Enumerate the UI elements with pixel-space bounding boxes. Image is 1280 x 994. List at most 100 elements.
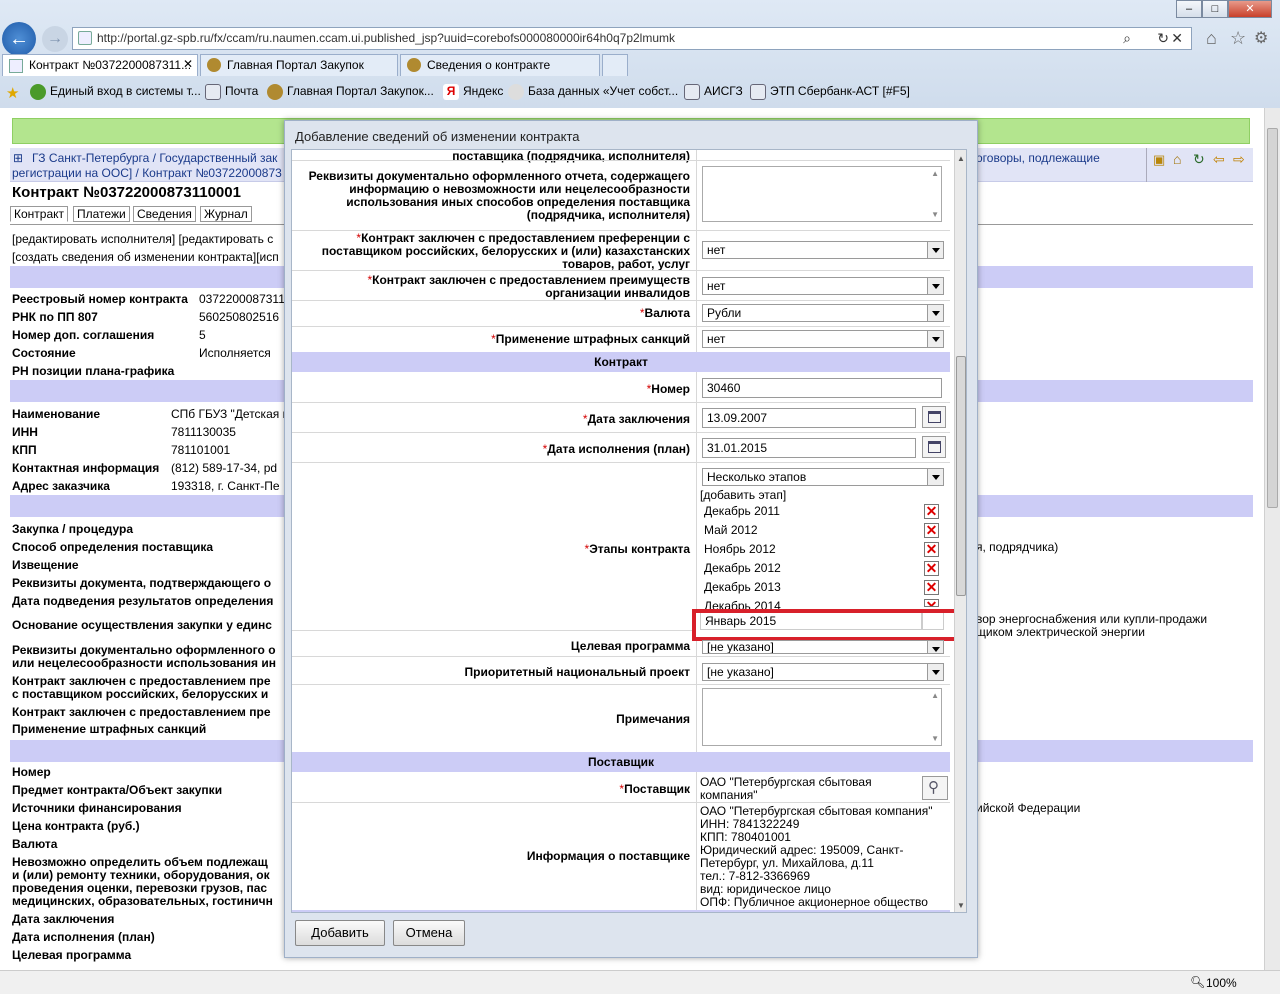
forward-button[interactable]: → [42,26,68,52]
scroll-up-icon[interactable]: ▲ [957,154,965,163]
close-window-button[interactable]: ✕ [1228,0,1272,18]
toolbar-icons: ▣ ⌂ ↻ ⇦ ⇨ [1146,148,1253,182]
back-button[interactable]: ← [2,22,36,56]
scroll-up-icon[interactable]: ▲ [931,169,939,178]
breadcrumb-link[interactable]: ГЗ Санкт-Петербурга / Государственный за… [32,151,277,165]
folder-icon[interactable]: ▣ [1153,152,1165,168]
arrow-left-icon[interactable]: ⇦ [1213,151,1225,168]
favorite-link[interactable]: АИСГЗ [684,84,743,100]
chevron-down-icon[interactable] [927,278,943,294]
preference-select[interactable]: нет [702,241,944,259]
supplier-search-button[interactable]: ⚲ [922,776,948,800]
gear-icon[interactable]: ⚙ [1254,28,1268,48]
delete-stage-icon[interactable]: ✕ [924,504,939,519]
home-icon[interactable]: ⌂ [1206,28,1217,49]
conclusion-date-input[interactable]: 13.09.2007 [702,408,916,428]
tab-label: Главная Портал Закупок [227,58,364,72]
page-icon [9,59,23,73]
cancel-button[interactable]: Отмена [393,920,465,946]
disabled-org-select[interactable]: нет [702,277,944,295]
delete-stage-icon[interactable]: ✕ [924,523,939,538]
field-label: Дата исполнения (план) [12,930,155,944]
field-label: и (или) ремонту техники, оборудования, о… [12,868,270,882]
favorite-link[interactable]: Главная Портал Закупок... [267,84,434,100]
favorite-link[interactable]: Я Яндекс [443,84,503,100]
report-textarea[interactable]: ▲ ▼ [702,166,942,222]
breadcrumb-link[interactable]: оговоры, подлежащие [976,151,1100,165]
create-links[interactable]: [создать сведения об изменении контракта… [12,250,279,264]
breadcrumb-link[interactable]: регистрации на ООС] / Контракт №03722000… [12,166,282,180]
delete-stage-icon[interactable]: ✕ [924,580,939,595]
favorite-link[interactable]: База данных «Учет собст... [508,84,678,100]
refresh-icon[interactable]: ↻ [1193,151,1205,168]
field-value: вор энергоснабжения или купли-продажи [976,612,1208,626]
field-value: 5 [199,328,206,342]
scroll-thumb[interactable] [1267,128,1278,508]
field-label: *Контракт заключен с предоставлением пре… [292,232,690,271]
delete-stage-icon[interactable]: ✕ [924,561,939,576]
chevron-down-icon[interactable] [927,641,943,653]
number-input[interactable]: 30460 [702,378,942,398]
search-icon[interactable]: ⌕ [1123,28,1131,49]
calendar-button[interactable] [922,406,946,428]
add-stage-link[interactable]: [добавить этап] [700,488,786,502]
scroll-thumb[interactable] [956,356,966,596]
field-value: 7811130035 [171,425,236,439]
home-icon[interactable]: ⌂ [1173,151,1181,167]
field-label: Состояние [12,346,76,360]
tab-portal[interactable]: Главная Портал Закупок [200,54,398,76]
delete-stage-icon[interactable]: ✕ [924,599,939,607]
favorite-link[interactable]: Единый вход в системы т... [30,84,201,100]
scroll-up-icon[interactable]: ▲ [931,691,939,700]
chevron-down-icon[interactable] [927,305,943,321]
page-scrollbar[interactable] [1264,108,1280,970]
scroll-down-icon[interactable]: ▼ [931,210,939,219]
program-select[interactable]: [не указано] [702,640,944,654]
dialog-scrollbar[interactable]: ▲ ▼ [954,150,966,912]
edit-links[interactable]: [редактировать исполнителя] [редактирова… [12,232,273,246]
scroll-down-icon[interactable]: ▼ [931,734,939,743]
chevron-down-icon[interactable] [927,664,943,680]
field-value: 781101001 [171,443,231,457]
chevron-down-icon[interactable] [927,469,943,485]
zoom-level[interactable]: 100% [1206,976,1237,990]
plan-date-input[interactable]: 31.01.2015 [702,438,916,458]
tab-info[interactable]: Сведения [133,206,196,222]
favorite-link[interactable]: Почта [205,84,258,100]
favorite-link[interactable]: ЭТП Сбербанк-АСТ [#F5] [750,84,910,100]
field-value: я, подрядчика) [976,540,1059,554]
tab-journal[interactable]: Журнал [200,206,252,222]
address-bar[interactable]: http://portal.gz-spb.ru/fx/ccam/ru.naume… [72,27,1192,50]
favorites-star-icon[interactable]: ☆ [1230,28,1246,49]
refresh-icon[interactable]: ↻ [1157,28,1169,49]
chevron-down-icon[interactable] [927,331,943,347]
stages-mode-select[interactable]: Несколько этапов [702,468,944,486]
close-tab-icon[interactable]: ✕ [183,57,193,71]
url-text[interactable]: http://portal.gz-spb.ru/fx/ccam/ru.naume… [97,31,675,45]
add-button[interactable]: Добавить [295,920,385,946]
chevron-down-icon[interactable] [927,242,943,258]
notes-textarea[interactable]: ▲ ▼ [702,688,942,746]
label-text: Дата исполнения (план) [547,442,690,456]
arrow-right-icon[interactable]: ⇨ [1233,151,1245,168]
tab-payments[interactable]: Платежи [73,206,130,222]
tab-contract-info[interactable]: Сведения о контракте [400,54,600,76]
delete-stage-icon[interactable]: ✕ [924,542,939,557]
field-label: с поставщиком российских, белорусских и [12,687,269,701]
currency-select[interactable]: Рубли [702,304,944,322]
tab-contract[interactable]: Контракт [10,206,69,222]
penalty-select[interactable]: нет [702,330,944,348]
priority-select[interactable]: [не указано] [702,663,944,681]
emblem-icon [407,58,421,72]
minimize-button[interactable]: – [1176,0,1202,18]
scroll-down-icon[interactable]: ▼ [957,901,965,910]
maximize-button[interactable]: □ [1202,0,1228,18]
new-tab-button[interactable] [602,54,628,76]
field-label: медицинских, образовательных, гостиничн [12,894,273,908]
tab-contract[interactable]: Контракт №0372200087311... ✕ [2,54,198,76]
favorites-star-icon[interactable]: ★ [6,84,19,102]
field-label: Реквизиты документально оформленного отч… [292,170,690,222]
calendar-button[interactable] [922,436,946,458]
stop-icon[interactable]: ✕ [1171,28,1183,49]
zoom-icon[interactable]: 🔍︎ [1190,975,1205,989]
